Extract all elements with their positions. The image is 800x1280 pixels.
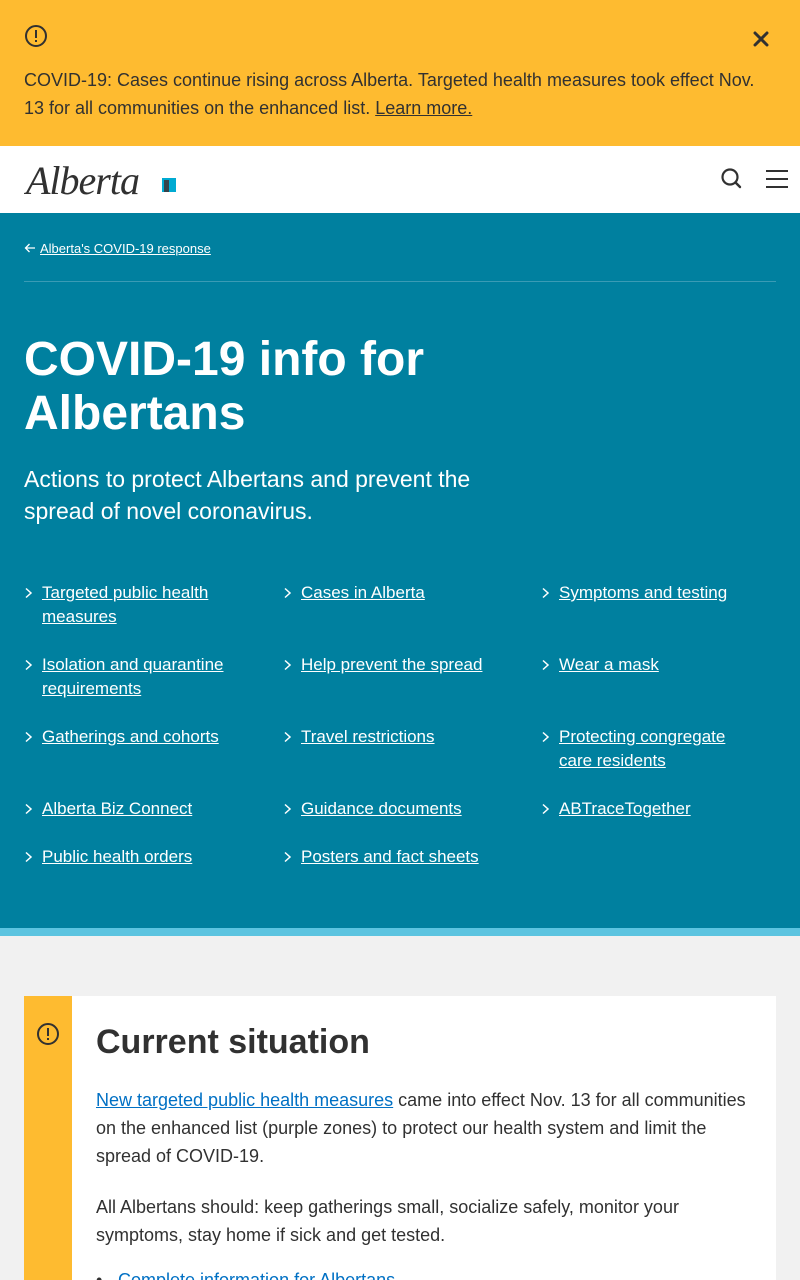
targeted-measures-link[interactable]: New targeted public health measures xyxy=(96,1090,393,1110)
alert-learn-more-link[interactable]: Learn more. xyxy=(375,98,472,118)
hero-link-label[interactable]: Posters and fact sheets xyxy=(301,845,479,869)
alert-message: COVID-19: Cases continue rising across A… xyxy=(24,66,776,122)
alert-banner: COVID-19: Cases continue rising across A… xyxy=(0,0,800,146)
chevron-right-icon xyxy=(25,659,33,671)
situation-paragraph: New targeted public health measures came… xyxy=(96,1086,756,1170)
hero-link-label[interactable]: Gatherings and cohorts xyxy=(42,725,219,749)
hero-link-isolation[interactable]: Isolation and quarantine requirements xyxy=(24,653,244,701)
page-title: COVID-19 info for Albertans xyxy=(24,333,425,440)
chevron-right-icon xyxy=(25,803,33,815)
hero-link-prevent-spread[interactable]: Help prevent the spread xyxy=(283,653,503,677)
hero-link-targeted-measures[interactable]: Targeted public health measures xyxy=(24,581,244,629)
hero-link-posters[interactable]: Posters and fact sheets xyxy=(283,845,503,869)
situation-paragraph-2: All Albertans should: keep gatherings sm… xyxy=(96,1197,679,1245)
callout-accent-bar xyxy=(24,996,72,1280)
hero-link-label[interactable]: Symptoms and testing xyxy=(559,581,727,605)
hero-link-symptoms-testing[interactable]: Symptoms and testing xyxy=(541,581,761,605)
chevron-right-icon xyxy=(284,587,292,599)
bullet: • xyxy=(96,1270,103,1280)
chevron-right-icon xyxy=(542,587,550,599)
chevron-right-icon xyxy=(284,659,292,671)
hero-section: Alberta's COVID-19 response COVID-19 inf… xyxy=(0,213,800,928)
chevron-right-icon xyxy=(284,851,292,863)
page-subtitle: Actions to protect Albertans and prevent… xyxy=(24,466,471,524)
chevron-right-icon xyxy=(542,731,550,743)
hero-link-biz-connect[interactable]: Alberta Biz Connect xyxy=(24,797,244,821)
hero-link-label[interactable]: Help prevent the spread xyxy=(301,653,482,677)
hero-link-label[interactable]: Protecting congregate care residents xyxy=(559,725,741,773)
breadcrumb-link[interactable]: Alberta's COVID-19 response xyxy=(40,241,211,256)
section-title: Current situation xyxy=(96,1023,370,1061)
hero-link-congregate-care[interactable]: Protecting congregate care residents xyxy=(541,725,741,773)
hero-link-label[interactable]: Targeted public health measures xyxy=(42,581,244,629)
breadcrumb: Alberta's COVID-19 response xyxy=(24,239,211,257)
hero-accent-strip xyxy=(0,928,800,936)
chevron-right-icon xyxy=(542,803,550,815)
svg-text:Alberta: Alberta xyxy=(24,158,139,202)
hero-link-abtracetogether[interactable]: ABTraceTogether xyxy=(541,797,761,821)
site-header: Alberta xyxy=(0,146,800,213)
hamburger-menu-icon[interactable] xyxy=(764,164,790,194)
hero-link-travel[interactable]: Travel restrictions xyxy=(283,725,503,749)
chevron-right-icon xyxy=(25,587,33,599)
arrow-left-icon xyxy=(24,243,35,253)
divider xyxy=(24,281,776,282)
current-situation-callout: Current situation New targeted public he… xyxy=(24,996,776,1280)
chevron-right-icon xyxy=(542,659,550,671)
chevron-right-icon xyxy=(25,851,33,863)
hero-link-label[interactable]: Guidance documents xyxy=(301,797,462,821)
alberta-logo[interactable]: Alberta xyxy=(24,156,180,202)
exclamation-circle-icon xyxy=(37,1023,59,1045)
search-icon[interactable] xyxy=(718,164,744,194)
hero-link-guidance[interactable]: Guidance documents xyxy=(283,797,503,821)
chevron-right-icon xyxy=(284,803,292,815)
list-item: • Complete information for Albertans xyxy=(96,1266,756,1280)
hero-link-gatherings[interactable]: Gatherings and cohorts xyxy=(24,725,244,749)
hero-link-wear-mask[interactable]: Wear a mask xyxy=(541,653,761,677)
hero-link-label[interactable]: Cases in Alberta xyxy=(301,581,425,605)
hero-link-cases[interactable]: Cases in Alberta xyxy=(283,581,503,605)
hero-link-label[interactable]: Travel restrictions xyxy=(301,725,435,749)
hero-link-label[interactable]: Public health orders xyxy=(42,845,192,869)
chevron-right-icon xyxy=(284,731,292,743)
hero-link-label[interactable]: Alberta Biz Connect xyxy=(42,797,192,821)
hero-link-health-orders[interactable]: Public health orders xyxy=(24,845,244,869)
chevron-right-icon xyxy=(25,731,33,743)
hero-link-label[interactable]: ABTraceTogether xyxy=(559,797,691,821)
hero-link-label[interactable]: Isolation and quarantine requirements xyxy=(42,653,244,701)
hero-link-label[interactable]: Wear a mask xyxy=(559,653,659,677)
exclamation-circle-icon xyxy=(25,25,47,47)
close-icon[interactable] xyxy=(748,26,774,52)
complete-info-link[interactable]: Complete information for Albertans xyxy=(118,1266,395,1280)
